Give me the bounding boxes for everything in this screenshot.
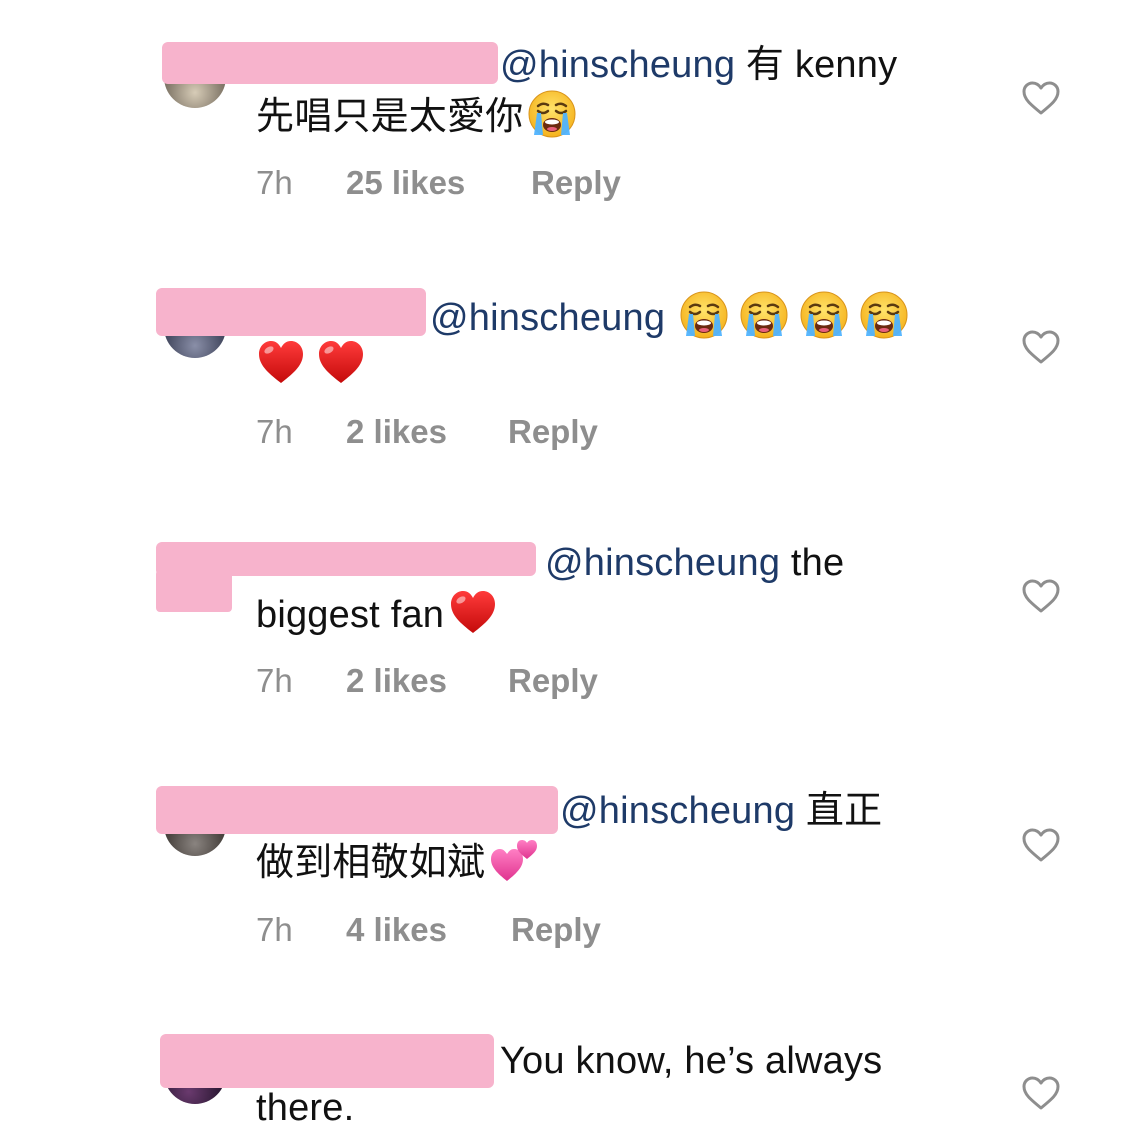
comment-text: there. [256,1087,355,1129]
loudly-crying-face-emoji [739,290,789,340]
loudly-crying-face-emoji [799,290,849,340]
likes-count[interactable]: 4 likes [346,910,447,950]
mention-link[interactable]: @hinscheung [545,542,780,584]
red-heart-emoji [316,337,366,387]
comment-text: You know, he’s always [500,1040,883,1082]
loudly-crying-face-emoji [527,89,577,139]
redacted-avatar [156,570,232,612]
redacted-username [156,288,426,336]
timestamp: 7h [256,662,293,699]
reply-button[interactable]: Reply [511,910,601,950]
mention-link[interactable]: @hinscheung [560,790,795,832]
timestamp: 7h [256,911,293,948]
comment-text-line-2 [256,337,376,389]
comment-text-line-2: 做到相敬如斌 [256,835,549,887]
comment-text-line-1: You know, he’s always [500,1037,882,1085]
reply-button[interactable]: Reply [508,661,598,701]
likes-count[interactable]: 2 likes [346,412,447,452]
heart-outline-icon[interactable] [1021,329,1061,365]
mention-link[interactable]: @hinscheung [500,44,735,86]
comment-text-line-2: biggest fan [256,587,508,639]
mention-link[interactable]: @hinscheung [430,297,665,339]
redacted-username [156,786,558,834]
redacted-username [162,42,498,84]
comment-text-line-1: @hinscheung 直正 [560,787,882,835]
reply-button[interactable]: Reply [508,412,598,452]
likes-count[interactable]: 25 likes [346,163,465,203]
comment-text-line-2: there. [256,1084,354,1132]
comment-text-line-1: @hinscheung [430,290,919,342]
comment-text: 先唱只是太愛你 [256,96,524,138]
comment-text: 做到相敬如斌 [256,842,486,884]
heart-outline-icon[interactable] [1021,80,1061,116]
heart-outline-icon[interactable] [1021,1075,1061,1111]
comment-text: 有 kenny [735,44,898,86]
timestamp: 7h [256,413,293,450]
timestamp: 7h [256,164,293,201]
redacted-username [160,1034,494,1088]
comment-text-line-2: 先唱只是太愛你 [256,89,587,141]
two-hearts-emoji [489,835,539,885]
heart-outline-icon[interactable] [1021,578,1061,614]
red-heart-emoji [448,587,498,637]
loudly-crying-face-emoji [679,290,729,340]
comment-text: biggest fan [256,594,445,636]
reply-button[interactable]: Reply [531,163,621,203]
comment-text: the [780,542,845,584]
comment-text: 直正 [795,790,883,832]
red-heart-emoji [256,337,306,387]
comment-text-line-1: @hinscheung 有 kenny [500,41,897,89]
loudly-crying-face-emoji [859,290,909,340]
comment-text-line-1: @hinscheung the [545,539,844,587]
likes-count[interactable]: 2 likes [346,661,447,701]
heart-outline-icon[interactable] [1021,827,1061,863]
